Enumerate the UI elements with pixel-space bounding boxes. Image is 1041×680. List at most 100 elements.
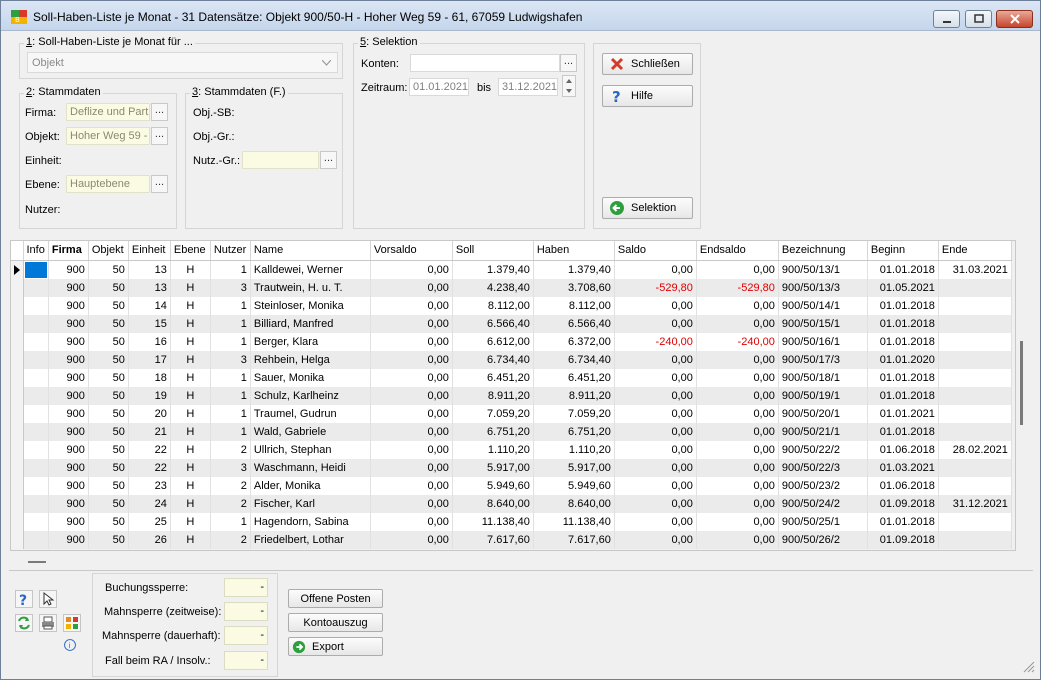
table-row[interactable]: 900 50 14 H 1 Steinloser, Monika 0,00 8.112,00 8… <box>11 296 1012 315</box>
ebene-field[interactable]: Hauptebene <box>66 175 150 193</box>
table-row[interactable]: 900 50 23 H 2 Alder, Monika 0,00 5.949,60 5.949,… <box>11 476 1012 495</box>
info-cell[interactable] <box>23 512 49 531</box>
column-header-vorsaldo[interactable]: Vorsaldo <box>370 241 453 261</box>
table-row[interactable]: 900 50 24 H 2 Fischer, Karl 0,00 8.640,00 8.640,… <box>11 494 1012 513</box>
firma-lookup-button[interactable]: ... <box>151 103 168 121</box>
row-indicator[interactable] <box>11 314 24 333</box>
row-indicator[interactable] <box>11 368 24 387</box>
maximize-button[interactable] <box>965 10 992 28</box>
table-row[interactable]: 900 50 20 H 1 Traumel, Gudrun 0,00 7.059,20 7.05… <box>11 404 1012 423</box>
buchungssperre-field[interactable]: - <box>224 578 268 597</box>
objekt-lookup-button[interactable]: ... <box>151 127 168 145</box>
date-spinner[interactable] <box>562 75 576 97</box>
info-cell[interactable] <box>23 404 49 423</box>
konten-field[interactable] <box>410 54 560 72</box>
row-indicator[interactable] <box>11 422 24 441</box>
row-indicator[interactable] <box>11 404 24 423</box>
column-header-name[interactable]: Name <box>250 241 371 261</box>
firma-field[interactable]: Deflize und Partr <box>66 103 150 121</box>
close-window-button[interactable] <box>996 10 1033 28</box>
row-indicator[interactable] <box>11 530 24 549</box>
row-indicator[interactable] <box>11 476 24 495</box>
row-indicator[interactable] <box>11 296 24 315</box>
table-row[interactable]: 900 50 17 H 3 Rehbein, Helga 0,00 6.734,40 6.734… <box>11 350 1012 369</box>
print-icon[interactable] <box>39 614 57 632</box>
fall-ra-field[interactable]: - <box>224 651 268 670</box>
table-row[interactable]: 900 50 25 H 1 Hagendorn, Sabina 0,00 11.138,40 1… <box>11 512 1012 531</box>
row-indicator[interactable] <box>11 260 24 279</box>
info-cell[interactable] <box>23 278 49 297</box>
column-header-saldo[interactable]: Saldo <box>614 241 697 261</box>
resize-grip-icon[interactable] <box>1023 661 1035 673</box>
title-bar[interactable]: B Soll-Haben-Liste je Monat - 31 Datensä… <box>1 1 1040 31</box>
refresh-icon[interactable] <box>15 614 33 632</box>
column-header-beginn[interactable]: Beginn <box>867 241 939 261</box>
info-cell[interactable] <box>23 332 49 351</box>
table-row[interactable]: 900 50 26 H 2 Friedelbert, Lothar 0,00 7.617,60… <box>11 530 1012 549</box>
nutz-gr-lookup-button[interactable]: ... <box>320 151 337 169</box>
column-header-soll[interactable]: Soll <box>452 241 534 261</box>
column-header-firma[interactable]: Firma <box>48 241 89 261</box>
table-row[interactable]: 900 50 16 H 1 Berger, Klara 0,00 6.612,00 6.372,… <box>11 332 1012 351</box>
offene-posten-button[interactable]: Offene Posten <box>288 589 383 608</box>
ebene-lookup-button[interactable]: ... <box>151 175 168 193</box>
column-header-objekt[interactable]: Objekt <box>88 241 129 261</box>
help-icon[interactable]: ? <box>15 590 33 608</box>
column-header-ende[interactable]: Ende <box>938 241 1012 261</box>
row-indicator[interactable] <box>11 278 24 297</box>
row-indicator[interactable] <box>11 350 24 369</box>
schliessen-button[interactable]: Schließen <box>602 53 693 75</box>
grid-scrollbar[interactable] <box>1020 341 1023 425</box>
spin-up-icon[interactable] <box>563 76 575 86</box>
table-row[interactable]: 900 50 21 H 1 Wald, Gabriele 0,00 6.751,20 6.751… <box>11 422 1012 441</box>
layout-icon[interactable] <box>63 614 81 632</box>
info-cell[interactable] <box>23 350 49 369</box>
table-row[interactable]: 900 50 13 H 1 Kalldewei, Werner 0,00 1.379,40 1.… <box>11 260 1012 279</box>
selektion-button[interactable]: Selektion <box>602 197 693 219</box>
info-cell[interactable] <box>23 260 49 279</box>
column-header-bezeichnung[interactable]: Bezeichnung <box>778 241 868 261</box>
info-cell[interactable] <box>23 458 49 477</box>
mahnsperre-zeitweise-field[interactable]: - <box>224 602 268 621</box>
table-row[interactable]: 900 50 22 H 3 Waschmann, Heidi 0,00 5.917,00 5.9… <box>11 458 1012 477</box>
export-button[interactable]: Export <box>288 637 383 656</box>
info-cell[interactable] <box>23 476 49 495</box>
row-indicator[interactable] <box>11 458 24 477</box>
spin-down-icon[interactable] <box>563 86 575 96</box>
info-cell[interactable] <box>23 494 49 513</box>
date-from-field[interactable]: 01.01.2021 <box>409 78 469 96</box>
date-to-field[interactable]: 31.12.2021 <box>498 78 558 96</box>
info-icon[interactable]: i <box>63 638 77 652</box>
info-cell[interactable] <box>23 368 49 387</box>
nutz-gr-field[interactable] <box>242 151 319 169</box>
column-header-ebene[interactable]: Ebene <box>170 241 211 261</box>
column-header-haben[interactable]: Haben <box>533 241 615 261</box>
row-indicator[interactable] <box>11 386 24 405</box>
row-indicator[interactable] <box>11 494 24 513</box>
list-for-combobox[interactable]: Objekt <box>27 52 338 73</box>
table-row[interactable]: 900 50 22 H 2 Ullrich, Stephan 0,00 1.110,20 1.1… <box>11 440 1012 459</box>
info-cell[interactable] <box>23 314 49 333</box>
column-header-nutzer[interactable]: Nutzer <box>210 241 251 261</box>
info-cell[interactable] <box>23 386 49 405</box>
row-indicator[interactable] <box>11 512 24 531</box>
table-row[interactable]: 900 50 19 H 1 Schulz, Karlheinz 0,00 8.911,20 8.… <box>11 386 1012 405</box>
column-header-einheit[interactable]: Einheit <box>128 241 171 261</box>
minimize-button[interactable] <box>933 10 960 28</box>
mahnsperre-dauerhaft-field[interactable]: - <box>224 626 268 645</box>
hilfe-button[interactable]: ? Hilfe <box>602 85 693 107</box>
row-indicator[interactable] <box>11 332 24 351</box>
info-cell[interactable] <box>23 422 49 441</box>
pointer-icon[interactable] <box>39 590 57 608</box>
table-row[interactable]: 900 50 15 H 1 Billiard, Manfred 0,00 6.566,40 6.… <box>11 314 1012 333</box>
table-row[interactable]: 900 50 13 H 3 Trautwein, H. u. T. 0,00 4.238,40… <box>11 278 1012 297</box>
info-cell[interactable] <box>23 296 49 315</box>
column-header-info[interactable]: Info <box>23 241 49 261</box>
soll-haben-grid[interactable]: Info Firma Objekt Einheit Ebene Nutzer Name Vor… <box>10 240 1016 551</box>
grid-splitter[interactable] <box>28 561 46 563</box>
table-row[interactable]: 900 50 18 H 1 Sauer, Monika 0,00 6.451,20 6.451,… <box>11 368 1012 387</box>
kontoauszug-button[interactable]: Kontoauszug <box>288 613 383 632</box>
konten-lookup-button[interactable]: ... <box>560 54 577 72</box>
row-indicator[interactable] <box>11 440 24 459</box>
info-cell[interactable] <box>23 440 49 459</box>
